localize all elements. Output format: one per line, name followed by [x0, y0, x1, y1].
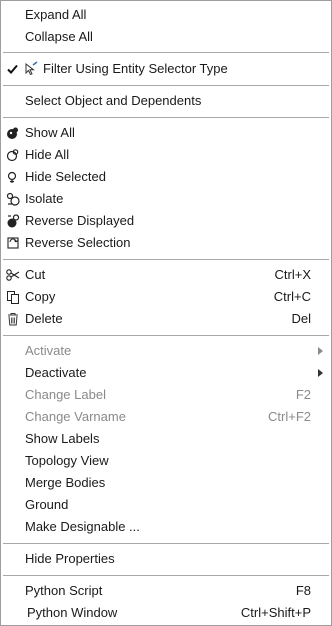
- menu-item-label: Hide All: [25, 147, 70, 162]
- submenu-arrow-icon: [318, 369, 323, 377]
- checkmark-icon: [5, 61, 21, 77]
- menu-item-shortcut: Del: [291, 311, 311, 326]
- menu-item-label: Reverse Selection: [25, 235, 131, 250]
- menu-separator: [3, 117, 329, 118]
- menu-item-label: Cut: [25, 267, 46, 282]
- menu-item-isolate[interactable]: Isolate: [1, 188, 331, 210]
- menu-item-label: Filter Using Entity Selector Type: [43, 61, 228, 76]
- menu-item-delete[interactable]: Delete Del: [1, 308, 331, 330]
- menu-item-hide-all[interactable]: Hide All: [1, 144, 331, 166]
- menu-item-label: Delete: [25, 311, 63, 326]
- menu-item-change-varname[interactable]: Change Varname Ctrl+F2: [1, 406, 331, 428]
- menu-item-label: Python Script: [25, 583, 103, 598]
- hide-selected-icon: [5, 169, 21, 185]
- menu-item-label: Collapse All: [25, 29, 93, 44]
- menu-item-label: Expand All: [25, 7, 87, 22]
- menu-item-topology-view[interactable]: Topology View: [1, 450, 331, 472]
- menu-item-filter-entity-selector[interactable]: Filter Using Entity Selector Type: [1, 58, 331, 80]
- menu-item-reverse-displayed[interactable]: Reverse Displayed: [1, 210, 331, 232]
- hide-all-icon: [5, 147, 21, 163]
- menu-item-label: Activate: [25, 343, 72, 358]
- menu-item-select-object-dependents[interactable]: Select Object and Dependents: [1, 90, 331, 112]
- menu-separator: [3, 335, 329, 336]
- menu-item-make-designable[interactable]: Make Designable ...: [1, 516, 331, 538]
- menu-item-shortcut: F8: [295, 583, 311, 598]
- menu-item-shortcut: Ctrl+Shift+P: [240, 605, 311, 620]
- menu-item-label: Deactivate: [25, 365, 87, 380]
- menu-item-label: Topology View: [25, 453, 109, 468]
- entity-selector-icon: [23, 61, 39, 77]
- menu-item-deactivate[interactable]: Deactivate: [1, 362, 331, 384]
- menu-item-change-label[interactable]: Change Label F2: [1, 384, 331, 406]
- menu-item-show-labels[interactable]: Show Labels: [1, 428, 331, 450]
- menu-item-copy[interactable]: Copy Ctrl+C: [1, 286, 331, 308]
- menu-item-reverse-selection[interactable]: Reverse Selection: [1, 232, 331, 254]
- reverse-selection-icon: [5, 235, 21, 251]
- menu-separator: [3, 52, 329, 53]
- copy-icon: [5, 289, 21, 305]
- menu-separator: [3, 543, 329, 544]
- menu-item-label: Python Window: [27, 605, 118, 620]
- menu-item-shortcut: F2: [295, 387, 311, 402]
- menu-item-label: Copy: [25, 289, 56, 304]
- menu-item-label: Isolate: [25, 191, 64, 206]
- submenu-arrow-icon: [318, 347, 323, 355]
- menu-item-label: Show Labels: [25, 431, 100, 446]
- menu-item-shortcut: Ctrl+C: [273, 289, 311, 304]
- menu-item-activate[interactable]: Activate: [1, 340, 331, 362]
- trash-icon: [5, 311, 21, 327]
- isolate-icon: [5, 191, 21, 207]
- menu-item-merge-bodies[interactable]: Merge Bodies: [1, 472, 331, 494]
- menu-item-shortcut: Ctrl+X: [274, 267, 311, 282]
- menu-item-shortcut: Ctrl+F2: [268, 409, 311, 424]
- menu-item-label: Change Label: [25, 387, 106, 402]
- context-menu: Expand All Collapse All Filter Using Ent…: [0, 0, 332, 626]
- menu-separator: [3, 85, 329, 86]
- menu-item-collapse-all[interactable]: Collapse All: [1, 26, 331, 48]
- menu-item-label: Select Object and Dependents: [25, 93, 202, 108]
- menu-item-label: Merge Bodies: [25, 475, 106, 490]
- menu-item-cut[interactable]: Cut Ctrl+X: [1, 264, 331, 286]
- menu-item-label: Hide Selected: [25, 169, 106, 184]
- menu-item-label: Reverse Displayed: [25, 213, 135, 228]
- menu-item-python-script[interactable]: Python Script F8: [1, 580, 331, 602]
- menu-item-expand-all[interactable]: Expand All: [1, 4, 331, 26]
- show-all-icon: [5, 125, 21, 141]
- menu-separator: [3, 575, 329, 576]
- menu-item-hide-properties[interactable]: Hide Properties: [1, 548, 331, 570]
- menu-item-hide-selected[interactable]: Hide Selected: [1, 166, 331, 188]
- menu-item-label: Show All: [25, 125, 75, 140]
- menu-item-label: Ground: [25, 497, 69, 512]
- menu-item-label: Hide Properties: [25, 551, 115, 566]
- menu-separator: [3, 259, 329, 260]
- scissors-icon: [5, 267, 21, 283]
- menu-item-show-all[interactable]: Show All: [1, 122, 331, 144]
- menu-item-label: Change Varname: [25, 409, 126, 424]
- menu-item-label: Make Designable ...: [25, 519, 140, 534]
- menu-item-ground[interactable]: Ground: [1, 494, 331, 516]
- menu-item-python-window[interactable]: Python Window Ctrl+Shift+P: [1, 602, 331, 624]
- reverse-displayed-icon: [5, 213, 21, 229]
